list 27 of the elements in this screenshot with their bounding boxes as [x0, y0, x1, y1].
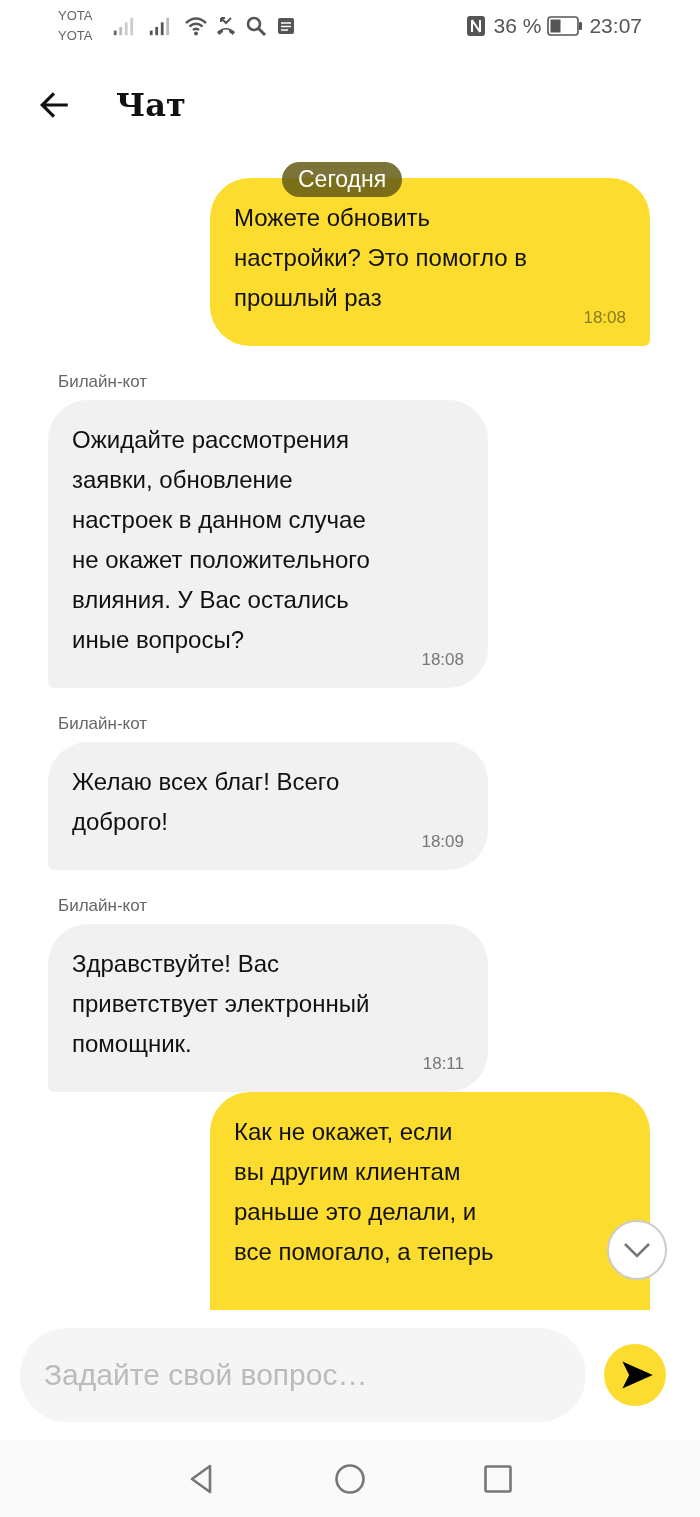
- carrier-name: YOTA: [58, 27, 93, 45]
- message-text: Можете обновить настройки? Это помогло в прошлый раз: [234, 203, 528, 313]
- home-nav-icon[interactable]: [334, 1462, 366, 1495]
- search-icon: [244, 14, 269, 38]
- chat-title: Чат: [116, 86, 186, 124]
- recents-nav-icon[interactable]: [482, 1462, 514, 1495]
- sender-name: Билайн-кот: [58, 372, 149, 392]
- message-time: 18:08: [421, 650, 464, 670]
- carrier-name: YOTA: [58, 7, 93, 25]
- clock: 23:07: [589, 14, 642, 38]
- message-text: Как не окажет, если вы другим клиентам раньше это делали, и все помогало, а теперь: [234, 1117, 494, 1267]
- message-text: Желаю всех благ! Всего доброго!: [72, 767, 340, 837]
- sender-name: Билайн-кот: [58, 714, 149, 734]
- message-time: 18:11: [422, 1054, 464, 1074]
- message-time: 18:09: [421, 832, 464, 852]
- chevron-down-icon: [621, 1240, 653, 1260]
- wifi-icon: [184, 14, 209, 38]
- signal-icon: [148, 15, 171, 37]
- battery-percent: 36 %: [493, 14, 542, 38]
- date-chip: Сегодня: [282, 162, 403, 197]
- message-input-field[interactable]: Задайте свой вопрос…: [20, 1328, 586, 1422]
- message-time: 18:08: [583, 308, 626, 328]
- message-text: Здравствуйте! Вас приветствует электронный помощник.: [72, 949, 370, 1059]
- message-text: Ожидайте рассмотрения заявки, обновление настроек в данном случае не окажет положительного влияния. У Вас остались иные вопросы?: [72, 425, 370, 655]
- sender-name: Билайн-кот: [58, 896, 149, 916]
- signal-icon: [112, 15, 135, 37]
- battery-icon: [547, 16, 584, 36]
